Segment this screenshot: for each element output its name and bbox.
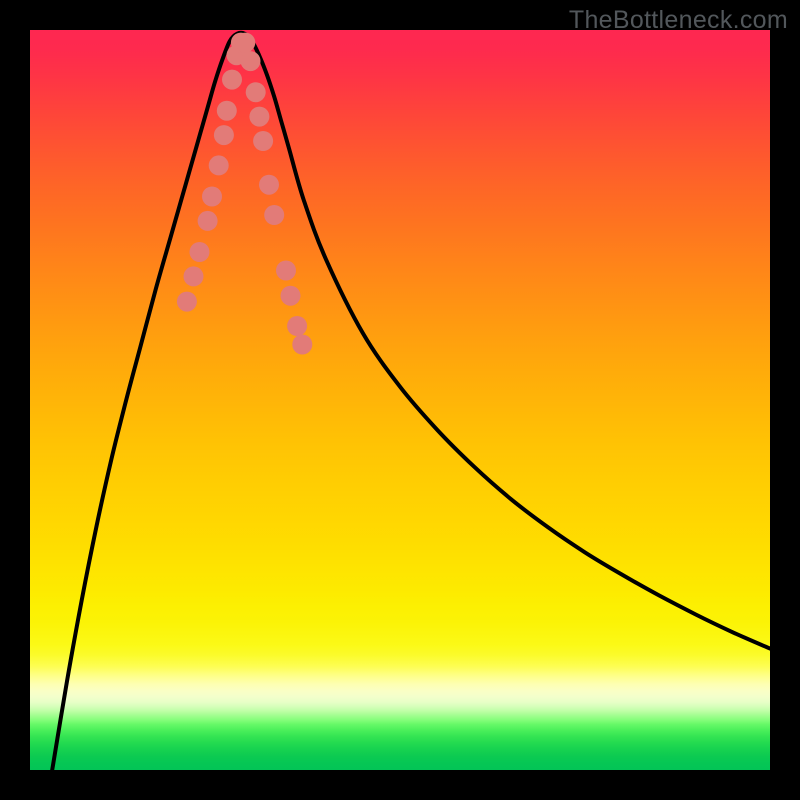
marker-dot [235, 33, 255, 53]
marker-dot [276, 261, 296, 281]
marker-dot [246, 82, 266, 102]
marker-dot [253, 131, 273, 151]
marker-dot [190, 242, 210, 262]
marker-dot [259, 175, 279, 195]
marker-dot [198, 211, 218, 231]
marker-dot [292, 335, 312, 355]
marker-dot [222, 70, 242, 90]
marker-dot [214, 125, 234, 145]
bottleneck-curve [52, 33, 770, 770]
plot-svg [30, 30, 770, 770]
plot-area [30, 30, 770, 770]
marker-dot [177, 292, 197, 312]
marker-dot [264, 205, 284, 225]
marker-dot [287, 316, 307, 336]
marker-dot [217, 101, 237, 121]
marker-dot [281, 286, 301, 306]
marker-dot [184, 266, 204, 286]
marker-dots-group [177, 33, 312, 355]
marker-dot [209, 155, 229, 175]
chart-frame: TheBottleneck.com [0, 0, 800, 800]
marker-dot [241, 51, 261, 71]
marker-dot [202, 187, 222, 207]
marker-dot [249, 107, 269, 127]
